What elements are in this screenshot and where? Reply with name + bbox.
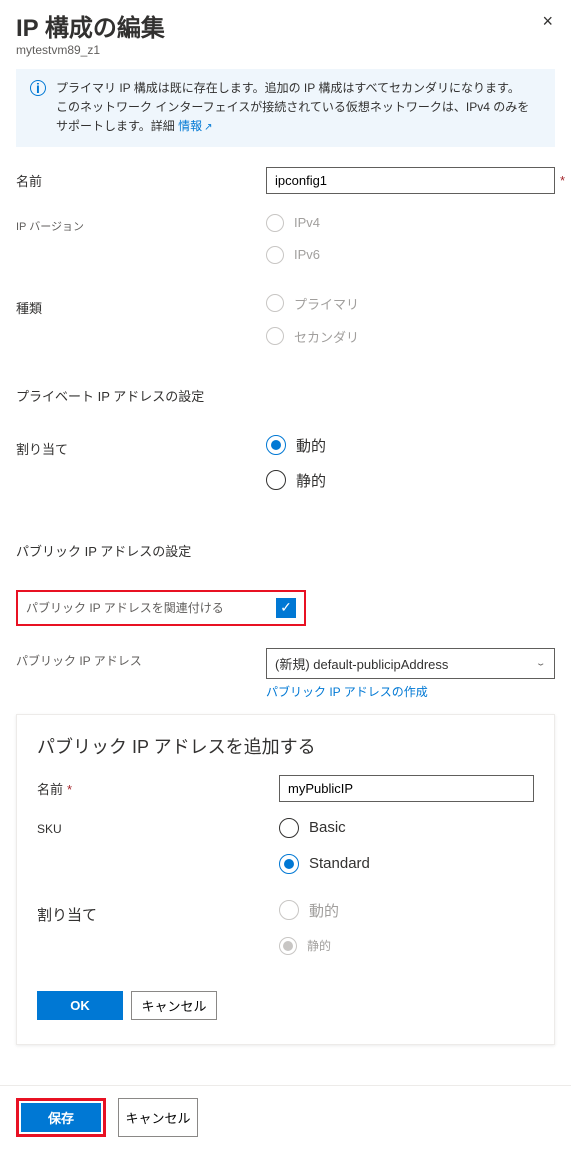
radio-icon xyxy=(279,854,299,874)
private-ip-heading: プライベート IP アドレスの設定 xyxy=(16,386,555,405)
radio-icon xyxy=(279,900,299,920)
radio-icon xyxy=(279,818,299,838)
create-public-ip-link[interactable]: パブリック IP アドレスの作成 xyxy=(266,683,428,700)
cancel-button[interactable]: キャンセル xyxy=(131,991,217,1020)
info-link[interactable]: 情報↗ xyxy=(178,119,212,133)
ok-button[interactable]: OK xyxy=(37,991,123,1020)
dropdown-value: (新規) default-publicipAddress xyxy=(275,654,448,673)
panel-header: IP 構成の編集 mytestvm89_z1 × xyxy=(0,0,571,57)
radio-icon xyxy=(266,470,286,490)
radio-ipv4: IPv4 xyxy=(266,214,555,232)
required-indicator: * xyxy=(67,782,72,797)
save-button[interactable]: 保存 xyxy=(21,1103,101,1132)
radio-icon xyxy=(266,214,284,232)
checkmark-icon: ✓ xyxy=(280,599,292,616)
name-input[interactable] xyxy=(266,167,555,194)
radio-icon xyxy=(266,246,284,264)
callout-name-label: 名前* xyxy=(37,775,279,798)
radio-alloc-static: 静的 xyxy=(279,937,534,955)
footer-cancel-button[interactable]: キャンセル xyxy=(118,1098,198,1137)
info-icon: i xyxy=(30,80,46,96)
radio-sku-standard[interactable]: Standard xyxy=(279,854,534,874)
close-button[interactable]: × xyxy=(542,12,553,30)
associate-checkbox[interactable]: ✓ xyxy=(276,598,296,618)
callout-name-input[interactable] xyxy=(279,775,534,802)
public-ip-dropdown[interactable]: (新規) default-publicipAddress ⌄ xyxy=(266,648,555,679)
close-icon: × xyxy=(542,11,553,31)
radio-icon xyxy=(266,294,284,312)
radio-icon xyxy=(266,435,286,455)
radio-static[interactable]: 静的 xyxy=(266,470,555,491)
name-label: 名前 xyxy=(16,167,266,190)
add-public-ip-callout: パブリック IP アドレスを追加する 名前* SKU Basic xyxy=(16,714,555,1045)
external-link-icon: ↗ xyxy=(204,122,212,133)
radio-alloc-dynamic: 動的 xyxy=(279,900,534,921)
chevron-down-icon: ⌄ xyxy=(535,658,546,668)
public-ip-heading: パブリック IP アドレスの設定 xyxy=(16,541,555,560)
callout-allocation-label: 割り当て xyxy=(37,900,279,925)
callout-title: パブリック IP アドレスを追加する xyxy=(37,733,534,759)
radio-ipv6: IPv6 xyxy=(266,246,555,264)
radio-sku-basic[interactable]: Basic xyxy=(279,818,534,838)
ip-version-label: IP バージョン xyxy=(16,214,266,234)
save-highlight: 保存 xyxy=(16,1098,106,1137)
info-banner: i プライマリ IP 構成は既に存在します。追加の IP 構成はすべてセカンダリ… xyxy=(16,69,555,147)
radio-icon xyxy=(279,937,297,955)
sku-label: SKU xyxy=(37,818,279,836)
required-indicator: * xyxy=(560,173,565,188)
panel-footer: 保存 キャンセル xyxy=(0,1085,571,1149)
radio-icon xyxy=(266,327,284,345)
resource-name: mytestvm89_z1 xyxy=(16,43,555,57)
page-title: IP 構成の編集 xyxy=(16,8,555,43)
info-text: プライマリ IP 構成は既に存在します。追加の IP 構成はすべてセカンダリにな… xyxy=(56,79,541,137)
allocation-label: 割り当て xyxy=(16,435,266,458)
type-label: 種類 xyxy=(16,294,266,317)
radio-dynamic[interactable]: 動的 xyxy=(266,435,555,456)
radio-primary: プライマリ xyxy=(266,294,555,313)
associate-label: パブリック IP アドレスを関連付ける xyxy=(26,599,266,616)
public-ip-address-label: パブリック IP アドレス xyxy=(16,648,266,669)
radio-secondary: セカンダリ xyxy=(266,327,555,346)
associate-public-ip-row[interactable]: パブリック IP アドレスを関連付ける ✓ xyxy=(16,590,306,626)
